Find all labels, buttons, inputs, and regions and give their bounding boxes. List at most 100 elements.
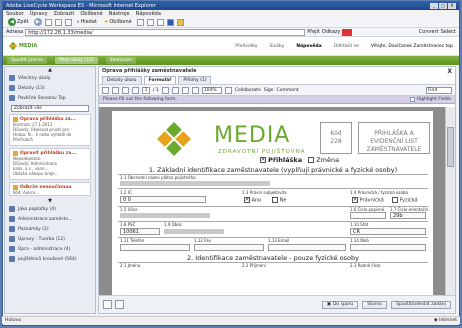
refresh-icon[interactable]	[54, 18, 62, 26]
fit-page-icon[interactable]	[224, 86, 232, 94]
field-1-11[interactable]	[120, 244, 190, 251]
task-card[interactable]: Opravit přihlášku za... Nepodepsáno Důvo…	[9, 148, 91, 180]
tab-task-details[interactable]: Detaily úkolu	[102, 76, 142, 84]
sidebar-queue-label: Úpravy - Tvorba (12)	[18, 236, 65, 242]
save-draft-button[interactable]: ▣ Do sporu	[321, 300, 359, 309]
field-1-6[interactable]	[350, 212, 386, 219]
sidebar-queue-item[interactable]: pojištěnců kroužové (564)	[5, 254, 95, 264]
field-1-1[interactable]	[120, 181, 270, 186]
field-1-9[interactable]	[164, 229, 224, 234]
highlight-fields-button[interactable]: Highlight Fields	[409, 97, 451, 102]
close-panel-button[interactable]: X	[447, 68, 452, 75]
scrollbar-thumb[interactable]	[447, 127, 454, 167]
field-1-8[interactable]: 10061	[120, 228, 160, 235]
sidebar-item-user[interactable]: Pavlíček Soroslav Top	[5, 93, 95, 103]
home-icon[interactable]	[64, 18, 72, 26]
nav-logout[interactable]: Odhlásit se	[334, 44, 359, 49]
sidebar-queue-item[interactable]: Administrace zaměstn...	[5, 214, 95, 224]
field-1-12[interactable]	[194, 244, 264, 251]
close-window-button[interactable]: X	[448, 3, 456, 9]
links-label[interactable]: Odkazy	[322, 29, 341, 35]
save-icon[interactable]	[102, 86, 109, 94]
favorites-label: Oblíbené	[109, 19, 132, 25]
tab-form[interactable]: Formulář	[143, 76, 177, 84]
search-button[interactable]: ⌕ Hledat	[75, 18, 99, 26]
filter-select[interactable]: Zobrazit vše	[11, 105, 89, 112]
tab-my-tasks[interactable]: Moje úkoly (13)	[55, 57, 98, 64]
field-1-2[interactable]: 0 0	[120, 196, 206, 203]
sidebar-item-all-tasks[interactable]: Všechny úkoly	[5, 73, 95, 83]
field-1-14[interactable]	[350, 244, 426, 251]
address-input[interactable]: http://172.28.1.33/media/	[25, 28, 306, 36]
label-1-1: 1.1 Obchodní název plátce pojistného	[120, 175, 196, 180]
menu-view[interactable]: Zobrazit	[54, 11, 75, 17]
history-icon[interactable]	[136, 18, 144, 26]
task-card-line: Ukázka nákupu kroje...	[13, 171, 59, 176]
snagit-icon[interactable]	[342, 28, 353, 36]
zoom-out-icon[interactable]	[181, 86, 189, 94]
nav-preferences[interactable]: Předvolby	[235, 44, 257, 49]
collaborate-button[interactable]: Collaborate	[235, 88, 261, 93]
nav-help[interactable]: Nápověda	[296, 44, 321, 49]
tab-attachments[interactable]: Přílohy (1)	[178, 76, 212, 84]
sidebar-queue-item[interactable]: Úpra - administrace (4)	[5, 244, 95, 254]
task-card[interactable]: Odkrže nesoučinnou Kód: Aukce...	[9, 182, 91, 196]
checked-box-icon: ✕	[260, 157, 266, 163]
menu-help[interactable]: Nápověda	[136, 11, 161, 17]
comment-button[interactable]: Comment	[277, 88, 299, 93]
zoom-in-icon[interactable]	[191, 86, 199, 94]
menu-file[interactable]: Soubor	[6, 11, 24, 17]
radio-fyzicka[interactable]: Fyzická	[392, 197, 418, 204]
sidebar-queue-item[interactable]: Poznámky (2)	[5, 224, 95, 234]
prev-page-icon[interactable]	[132, 86, 139, 94]
cancel-button[interactable]: Storno	[362, 300, 388, 309]
submit-button[interactable]: Spustit/odeslat zadání	[391, 300, 451, 309]
print-icon[interactable]	[112, 86, 119, 94]
task-card[interactable]: Oprava přihlášku za... Kontrola: 27.1.20…	[9, 114, 91, 146]
radio-ne[interactable]: Ne	[272, 197, 286, 204]
go-button[interactable]: Přejít	[307, 29, 320, 35]
menu-edit[interactable]: Úpravy	[30, 11, 48, 17]
word-icon[interactable]	[166, 18, 174, 26]
forward-arrow-icon[interactable]: ▶	[33, 18, 42, 26]
sidebar-queue-item[interactable]: Jako poplatky (4)	[5, 204, 95, 214]
sidebar-item-details[interactable]: Detaily (13)	[5, 83, 95, 93]
minimize-button[interactable]: _	[430, 3, 438, 9]
nav-services[interactable]: Služby	[269, 44, 284, 49]
sidebar-queue-item[interactable]: Úpravy - Tvorba (12)	[5, 234, 95, 244]
field-1-7[interactable]: 29b	[390, 212, 426, 219]
folder-icon[interactable]	[176, 18, 184, 26]
find-input[interactable]: Find	[426, 86, 452, 94]
mail-icon[interactable]	[146, 18, 154, 26]
check-prihlaska[interactable]: ✕ Přihláška	[260, 156, 302, 164]
radio-ano[interactable]: ✕ Ano	[244, 197, 261, 204]
select-tool-icon[interactable]	[171, 86, 179, 94]
label-1-10: 1.10 Stát	[350, 222, 369, 227]
attachment-icon[interactable]	[103, 300, 112, 309]
note-icon[interactable]	[115, 300, 124, 309]
stop-icon[interactable]	[44, 18, 52, 26]
email-icon[interactable]	[122, 86, 129, 94]
field-1-5[interactable]	[120, 213, 210, 218]
label-2-2: 2.2 Příjmení	[242, 263, 266, 268]
field-1-13[interactable]	[268, 244, 346, 251]
print-icon[interactable]	[156, 18, 164, 26]
zoom-select[interactable]: 104%	[201, 86, 222, 94]
pdf-scrollbar[interactable]	[445, 107, 455, 295]
select-button[interactable]: Select	[441, 29, 456, 35]
sign-button[interactable]: Sign	[264, 88, 274, 93]
radio-pravnicka[interactable]: ✕ Právnická	[352, 197, 384, 204]
convert-button[interactable]: Convert	[419, 29, 439, 35]
maximize-button[interactable]: □	[439, 3, 447, 9]
field-1-10[interactable]: CR	[350, 228, 426, 235]
hand-tool-icon[interactable]	[161, 86, 169, 94]
menu-tools[interactable]: Nástroje	[109, 11, 130, 17]
menu-favorites[interactable]: Oblíbené	[80, 11, 102, 17]
check-zmena[interactable]: Změna	[308, 156, 339, 164]
page-total: / 1	[153, 87, 159, 93]
favorites-button[interactable]: ★ Oblíbené	[102, 18, 134, 26]
tab-start-process[interactable]: Spustit proces	[7, 57, 48, 64]
back-button[interactable]: ◀ Zpět	[6, 18, 31, 26]
tab-tracking[interactable]: Sledování	[105, 57, 136, 64]
page-number-input[interactable]: 1	[142, 86, 150, 94]
